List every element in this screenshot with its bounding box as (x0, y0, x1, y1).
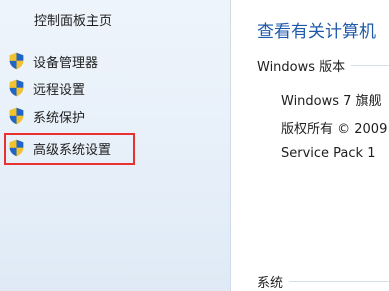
uac-shield-icon (9, 107, 24, 125)
service-pack: Service Pack 1 (281, 146, 376, 161)
task-label: 系统保护 (33, 110, 86, 126)
uac-shield-icon (9, 79, 24, 97)
section-heading: 系统 (257, 275, 284, 291)
section-heading: Windows 版本 (257, 59, 346, 75)
section-rule (351, 64, 389, 66)
sidebar: 控制面板主页 设备管理器 远程设置 系统保护 高级系统设置 (0, 0, 230, 291)
task-remote-settings[interactable]: 远程设置 (8, 78, 85, 98)
task-label: 远程设置 (33, 82, 86, 98)
page-title: 查看有关计算机 (257, 22, 376, 42)
pane-divider (230, 0, 231, 291)
edition-name: Windows 7 旗舰 (281, 94, 382, 109)
task-system-protection[interactable]: 系统保护 (8, 106, 85, 126)
task-label: 设备管理器 (33, 55, 99, 71)
highlight-annotation-box (4, 133, 135, 165)
control-panel-home-link[interactable]: 控制面板主页 (34, 10, 112, 29)
uac-shield-icon (9, 52, 24, 70)
windows-edition-section-header: Windows 版本 (257, 57, 389, 75)
system-section-header: 系统 (257, 273, 389, 291)
copyright-text: 版权所有 © 2009 (281, 122, 388, 137)
task-device-manager[interactable]: 设备管理器 (8, 51, 98, 71)
section-rule (289, 280, 389, 282)
